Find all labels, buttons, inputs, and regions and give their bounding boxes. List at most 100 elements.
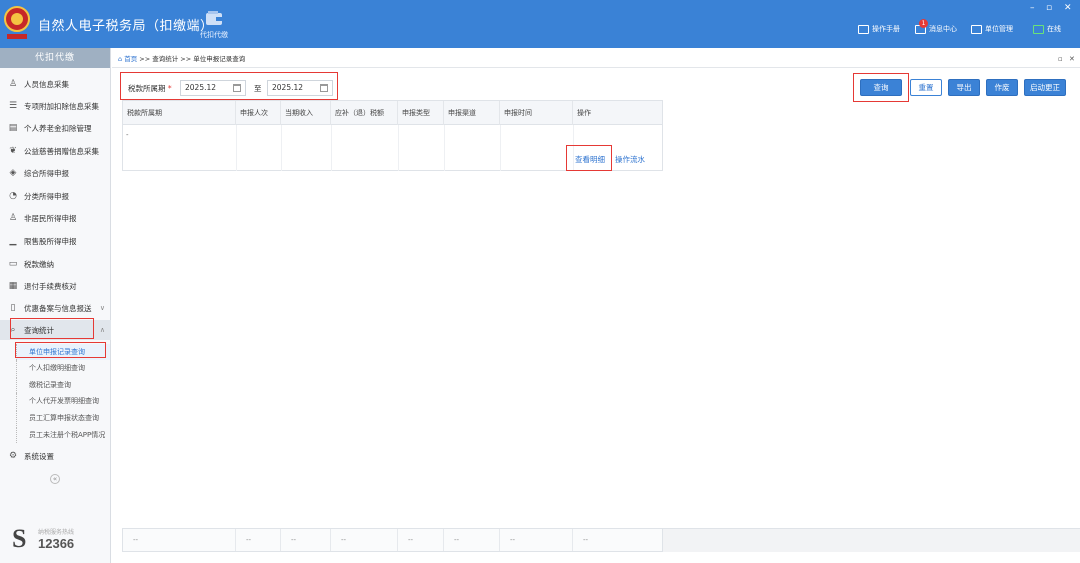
hotline-logo-icon: S (12, 524, 27, 553)
book-icon (858, 24, 869, 34)
sidebar-item-label: 公益慈善捐赠信息采集 (24, 146, 99, 156)
sidebar-item-label: 退付手续费核对 (24, 281, 77, 291)
manual-label: 操作手册 (872, 25, 900, 33)
breadcrumb-separator: >> (178, 55, 194, 63)
online-icon (1033, 24, 1044, 34)
title-bar: 自然人电子税务局（扣缴端） 代扣代缴 操作手册 1 消息中心 单位管理 在线 –… (0, 0, 1080, 48)
chevron-down-icon: ∨ (99, 304, 105, 312)
folder-icon: ▭ (8, 259, 18, 269)
period-end-input[interactable]: 2025.12 (267, 80, 333, 96)
sidebar-item-label: 非居民所得申报 (24, 213, 77, 223)
reset-button[interactable]: 重置 (910, 79, 942, 96)
period-end-value: 2025.12 (272, 83, 304, 92)
sub-item-unregistered-app-query[interactable]: 员工未注册个税APP情况 (16, 427, 110, 443)
close-tab-button[interactable]: ✕ (1069, 51, 1075, 68)
sub-item-invoice-query[interactable]: 个人代开发票明细查询 (16, 393, 110, 409)
sidebar-item-comprehensive-income[interactable]: ◈ 综合所得申报 (0, 163, 111, 183)
sidebar-item-tax-payment[interactable]: ▭ 税款缴纳 (0, 254, 111, 274)
column-divider (398, 125, 399, 171)
calendar-icon[interactable] (233, 84, 241, 92)
calendar-icon[interactable] (320, 84, 328, 92)
tax-emblem-icon (4, 6, 30, 39)
operation-log-link[interactable]: 操作流水 (615, 154, 645, 165)
period-start-input[interactable]: 2025.12 (180, 80, 246, 96)
donation-icon: ❦ (9, 146, 17, 156)
message-count-badge: 1 (919, 18, 928, 28)
pie-icon: ◔ (9, 191, 17, 201)
query-button[interactable]: 查询 (860, 79, 902, 96)
sidebar-item-classified-income[interactable]: ◔ 分类所得申报 (0, 186, 111, 206)
summary-cell: -- (331, 529, 398, 551)
pin-tab-button[interactable]: ▫ (1058, 51, 1063, 68)
online-label: 在线 (1047, 25, 1061, 33)
hotline-label: 纳税服务热线 (38, 529, 75, 536)
sidebar-item-refund-fee[interactable]: ▦ 退付手续费核对 (0, 276, 111, 296)
collapse-sidebar-button[interactable]: « (50, 474, 60, 484)
chart-icon: ▁ (9, 236, 17, 246)
stack-icon: ◈ (9, 168, 17, 178)
sub-item-personal-withholding-query[interactable]: 个人扣缴明细查询 (16, 360, 110, 376)
void-button[interactable]: 作废 (986, 79, 1018, 96)
breadcrumb-separator: >> (137, 55, 153, 63)
online-status[interactable]: 在线 (1033, 24, 1061, 34)
summary-cell: -- (281, 529, 331, 551)
summary-row-filler (663, 528, 1080, 552)
top-nav-withholding[interactable]: 代扣代缴 (195, 10, 233, 40)
tax-period-label-text: 税款所属期 (128, 84, 166, 93)
column-divider (331, 125, 332, 171)
breadcrumb-level1: 查询统计 (152, 55, 179, 63)
start-correction-button[interactable]: 启动更正 (1024, 79, 1066, 96)
vertical-scrollbar[interactable] (1073, 70, 1080, 525)
sidebar-item-restricted-shares[interactable]: ▁ 限售股所得申报 (0, 231, 111, 251)
sidebar-item-system-settings[interactable]: ⚙ 系统设置 (0, 446, 111, 466)
service-hotline: S 纳税服务热线 12366 (10, 525, 105, 555)
manual-button[interactable]: 操作手册 (858, 24, 900, 34)
mail-icon: 1 (915, 18, 928, 34)
sidebar-item-label: 个人养老金扣除管理 (24, 123, 92, 133)
maximize-button[interactable]: ▫ (1046, 3, 1052, 13)
summary-cell: -- (398, 529, 444, 551)
sub-item-annual-settlement-query[interactable]: 员工汇算申报状态查询 (16, 410, 110, 426)
unit-label: 单位管理 (985, 25, 1013, 33)
column-divider (281, 125, 282, 171)
sidebar-item-label: 人员信息采集 (24, 79, 69, 89)
minimize-button[interactable]: – (1030, 3, 1035, 13)
table-header: 税款所属期 申报人次 当期收入 应补（退）税额 申报类型 申报渠道 申报时间 操… (123, 101, 662, 125)
close-window-button[interactable]: ✕ (1064, 3, 1072, 13)
table-row-placeholder: - (126, 131, 129, 139)
sidebar-item-nonresident[interactable]: ♙ 非居民所得申报 (0, 208, 111, 228)
summary-cell: -- (583, 536, 589, 544)
document-icon: ▤ (8, 123, 18, 133)
range-to-label: 至 (254, 84, 262, 93)
view-details-link[interactable]: 查看明细 (575, 154, 605, 165)
period-start-value: 2025.12 (185, 83, 217, 92)
sidebar-item-label: 系统设置 (24, 451, 54, 461)
export-button[interactable]: 导出 (948, 79, 980, 96)
sub-item-tax-payment-query[interactable]: 缴税记录查询 (16, 377, 110, 393)
column-header: 应补（退）税额 (331, 101, 398, 125)
message-center-button[interactable]: 1 消息中心 (915, 18, 957, 34)
sub-item-unit-declaration-query[interactable]: 单位申报记录查询 (16, 344, 110, 360)
unit-management-button[interactable]: 单位管理 (971, 24, 1013, 34)
column-header: 当期收入 (281, 101, 331, 125)
sidebar-item-label: 限售股所得申报 (24, 236, 77, 246)
column-divider (573, 125, 574, 171)
sidebar-item-label: 优惠备案与信息报送 (24, 303, 92, 313)
column-divider (444, 125, 445, 171)
sidebar-item-query-statistics[interactable]: ⌕ 查询统计 ∧ (0, 320, 111, 340)
sidebar-item-special-deduction[interactable]: ☰ 专项附加扣除信息采集 (0, 96, 111, 116)
summary-cell: -- (236, 529, 281, 551)
hotline-number: 12366 (38, 536, 75, 551)
column-header: 操作 (577, 109, 591, 117)
breadcrumb-home[interactable]: 首页 (124, 55, 137, 63)
table-summary-row: -- -- -- -- -- -- -- -- (122, 528, 663, 552)
sidebar-item-donation[interactable]: ❦ 公益慈善捐赠信息采集 (0, 141, 111, 161)
sidebar-header: 代扣代缴 (0, 48, 110, 68)
sidebar-item-personnel[interactable]: ♙ 人员信息采集 (0, 74, 111, 94)
sidebar-item-preferential-filing[interactable]: ▯ 优惠备案与信息报送 ∨ (0, 298, 111, 318)
sidebar-item-pension[interactable]: ▤ 个人养老金扣除管理 (0, 118, 111, 138)
search-doc-icon: ⌕ (10, 325, 16, 335)
summary-cell: -- (123, 529, 236, 551)
app-title: 自然人电子税务局（扣缴端） (38, 19, 214, 34)
column-header: 申报时间 (500, 101, 573, 125)
